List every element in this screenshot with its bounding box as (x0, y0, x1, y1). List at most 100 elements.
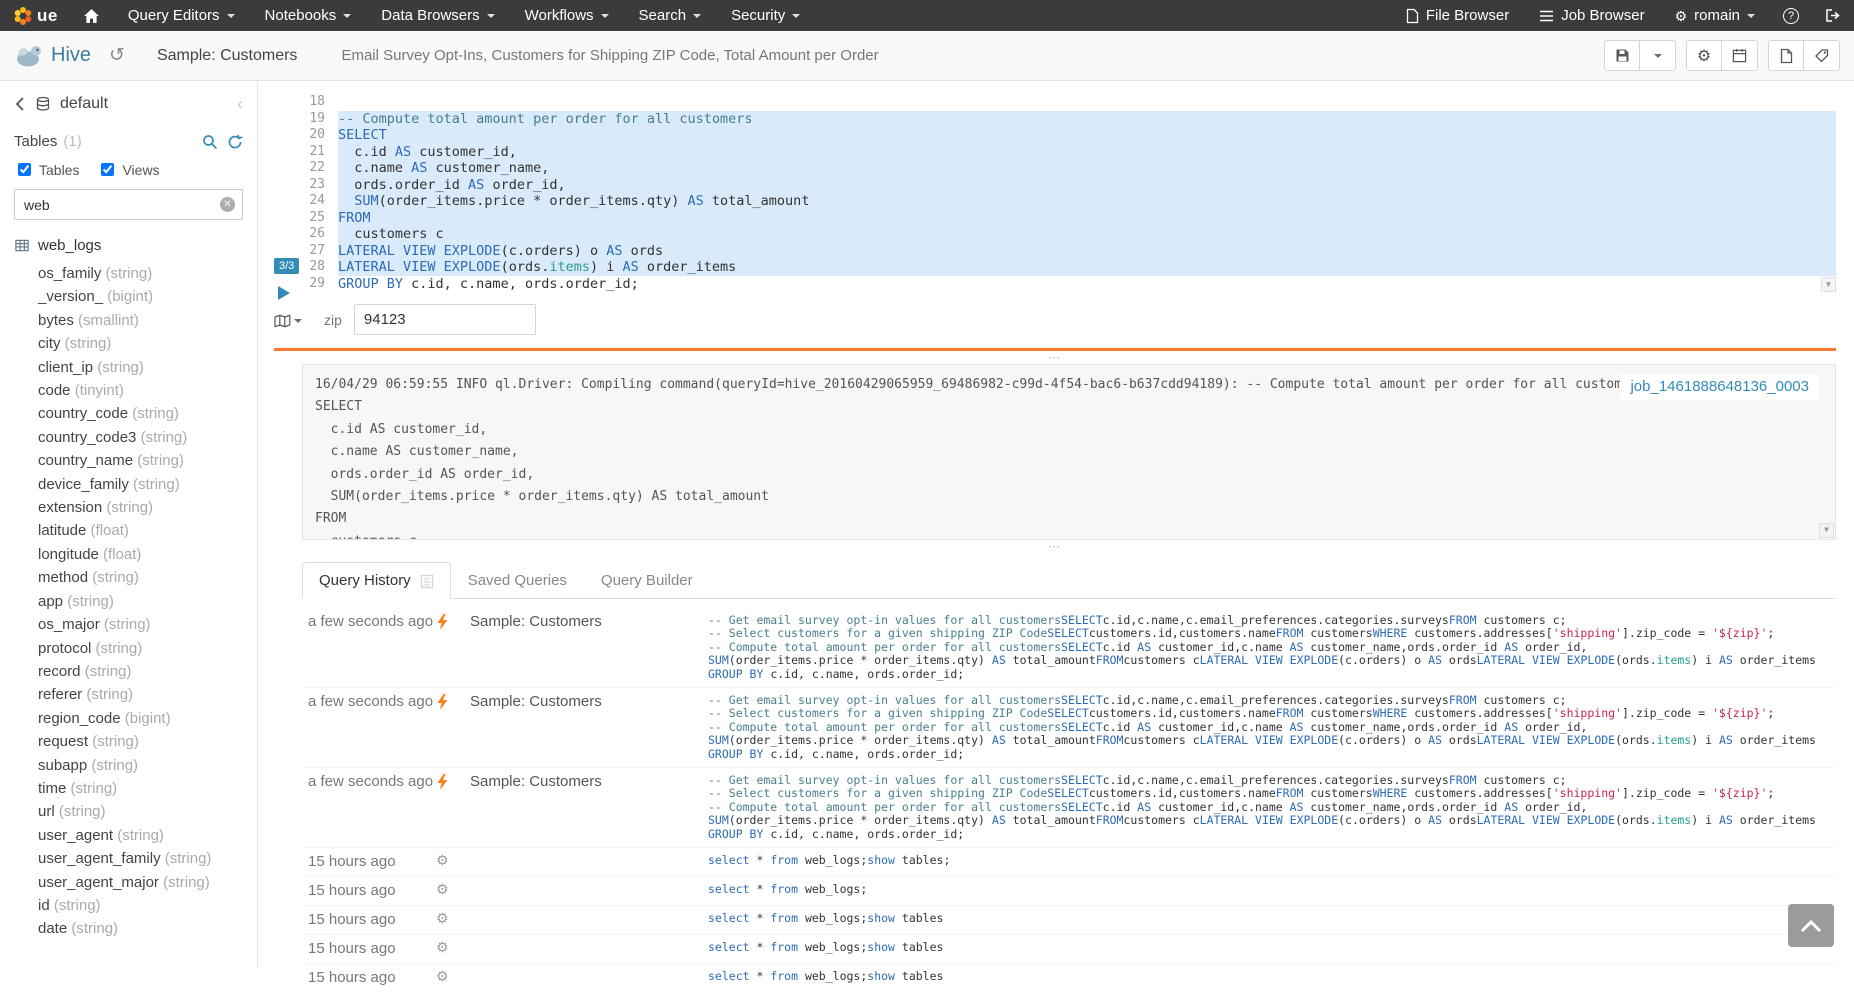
column-item[interactable]: method (string) (14, 566, 243, 589)
views-checkbox[interactable] (101, 163, 114, 176)
job-browser-link[interactable]: Job Browser (1524, 0, 1659, 31)
tables-checkbox[interactable] (18, 163, 31, 176)
column-item[interactable]: _version_ (bigint) (14, 285, 243, 308)
column-item[interactable]: url (string) (14, 800, 243, 823)
column-item[interactable]: app (string) (14, 590, 243, 613)
column-item[interactable]: os_major (string) (14, 613, 243, 636)
save-button[interactable] (1604, 40, 1640, 71)
resize-handle[interactable]: ⋯ (274, 351, 1836, 364)
query-history-icon[interactable]: ↺ (109, 46, 125, 65)
column-item[interactable]: client_ip (string) (14, 356, 243, 379)
column-item[interactable]: os_family (string) (14, 262, 243, 285)
refresh-icon[interactable] (227, 134, 243, 150)
editor-line[interactable]: 28LATERAL VIEW EXPLODE(ords.items) i AS … (302, 259, 1836, 276)
menu-query-editors[interactable]: Query Editors (113, 0, 250, 31)
back-chevron-icon[interactable] (14, 96, 26, 112)
clear-history-icon[interactable] (420, 573, 434, 589)
menu-notebooks[interactable]: Notebooks (250, 0, 367, 31)
log-scroll-down-arrow[interactable]: ▼ (1819, 523, 1834, 538)
tab-query-history[interactable]: Query History (302, 562, 451, 599)
column-item[interactable]: date (string) (14, 917, 243, 940)
table-item-web_logs[interactable]: web_logs (14, 237, 243, 254)
home-button[interactable] (71, 0, 113, 31)
editor-line[interactable]: 22 c.name AS customer_name, (302, 160, 1836, 177)
help-button[interactable]: ? (1770, 0, 1812, 31)
column-item[interactable]: request (string) (14, 730, 243, 753)
job-link[interactable]: job_1461888648136_0003 (1620, 374, 1819, 400)
app-header: Hive ↺ Sample: Customers Email Survey Op… (0, 31, 1854, 81)
query-title[interactable]: Sample: Customers (157, 47, 298, 65)
menu-security[interactable]: Security (716, 0, 815, 31)
column-item[interactable]: code (tinyint) (14, 379, 243, 402)
editor-line[interactable]: 23 ords.order_id AS order_id, (302, 177, 1836, 194)
history-row[interactable]: 15 hours ago ⚙ select * from web_logs;sh… (302, 934, 1836, 963)
column-item[interactable]: country_name (string) (14, 449, 243, 472)
search-icon[interactable] (202, 134, 218, 150)
logout-button[interactable] (1812, 0, 1854, 31)
editor-scroll-down-arrow[interactable]: ▼ (1821, 277, 1836, 292)
column-item[interactable]: country_code3 (string) (14, 426, 243, 449)
editor-line[interactable]: 25FROM (302, 210, 1836, 227)
history-row[interactable]: 15 hours ago ⚙ select * from web_logs;sh… (302, 963, 1836, 992)
column-item[interactable]: id (string) (14, 894, 243, 917)
history-row[interactable]: a few seconds ago Sample: Customers-- Ge… (302, 767, 1836, 847)
editor-line[interactable]: 19-- Compute total amount per order for … (302, 111, 1836, 128)
editor-line[interactable]: 26 customers c (302, 226, 1836, 243)
new-document-button[interactable] (1768, 40, 1804, 71)
table-search-input[interactable] (14, 189, 243, 220)
functions-panel-button[interactable] (274, 314, 302, 328)
execute-button[interactable] (278, 286, 290, 300)
editor-line[interactable]: 21 c.id AS customer_id, (302, 144, 1836, 161)
tab-query-builder[interactable]: Query Builder (584, 562, 710, 599)
column-item[interactable]: extension (string) (14, 496, 243, 519)
column-item[interactable]: time (string) (14, 777, 243, 800)
filter-views[interactable]: Views (97, 160, 159, 179)
column-item[interactable]: record (string) (14, 660, 243, 683)
column-item[interactable]: country_code (string) (14, 402, 243, 425)
tab-saved-queries[interactable]: Saved Queries (451, 562, 584, 599)
editor-line[interactable]: 24 SUM(order_items.price * order_items.q… (302, 193, 1836, 210)
editor-line[interactable]: 20SELECT (302, 127, 1836, 144)
variable-input[interactable] (354, 304, 536, 335)
column-item[interactable]: bytes (smallint) (14, 309, 243, 332)
column-item[interactable]: user_agent (string) (14, 824, 243, 847)
editor-line[interactable]: 27LATERAL VIEW EXPLODE(c.orders) o AS or… (302, 243, 1836, 260)
collapse-panel-icon[interactable]: ‹ (237, 95, 243, 113)
file-browser-link[interactable]: File Browser (1391, 0, 1524, 31)
scroll-to-top-button[interactable] (1788, 904, 1834, 947)
code-editor[interactable]: 1819-- Compute total amount per order fo… (302, 94, 1836, 292)
editor-line[interactable]: 29GROUP BY c.id, c.name, ords.order_id; (302, 276, 1836, 293)
menu-search[interactable]: Search (624, 0, 717, 31)
menu-workflows[interactable]: Workflows (510, 0, 624, 31)
column-item[interactable]: latitude (float) (14, 519, 243, 542)
column-item[interactable]: user_agent_major (string) (14, 871, 243, 894)
column-item[interactable]: user_agent_family (string) (14, 847, 243, 870)
history-row[interactable]: 15 hours ago ⚙ select * from web_logs; (302, 876, 1836, 905)
column-item[interactable]: protocol (string) (14, 637, 243, 660)
clear-search-icon[interactable]: ✕ (220, 197, 235, 212)
history-row[interactable]: a few seconds ago Sample: Customers-- Ge… (302, 608, 1836, 687)
save-dropdown-button[interactable] (1640, 40, 1676, 71)
database-name[interactable]: default (60, 95, 108, 113)
line-number: 27 (302, 243, 338, 260)
column-item[interactable]: referer (string) (14, 683, 243, 706)
history-row[interactable]: a few seconds ago Sample: Customers-- Ge… (302, 687, 1836, 767)
hive-logo[interactable] (14, 43, 44, 69)
column-item[interactable]: city (string) (14, 332, 243, 355)
settings-button[interactable]: ⚙ (1686, 40, 1722, 71)
column-item[interactable]: device_family (string) (14, 473, 243, 496)
hue-logo[interactable]: ue (0, 0, 71, 31)
resize-handle[interactable]: ⋯ (274, 540, 1836, 553)
tags-button[interactable] (1804, 40, 1840, 71)
history-row[interactable]: 15 hours ago ⚙ select * from web_logs;sh… (302, 847, 1836, 876)
editor-line[interactable]: 18 (302, 94, 1836, 111)
schedule-button[interactable] (1722, 40, 1758, 71)
column-item[interactable]: subapp (string) (14, 754, 243, 777)
statement-counter-badge[interactable]: 3/3 (274, 258, 299, 274)
column-item[interactable]: region_code (bigint) (14, 707, 243, 730)
user-menu[interactable]: ⚙ romain (1660, 0, 1770, 31)
column-item[interactable]: longitude (float) (14, 543, 243, 566)
menu-data-browsers[interactable]: Data Browsers (366, 0, 509, 31)
history-row[interactable]: 15 hours ago ⚙ select * from web_logs;sh… (302, 905, 1836, 934)
filter-tables[interactable]: Tables (14, 160, 79, 179)
